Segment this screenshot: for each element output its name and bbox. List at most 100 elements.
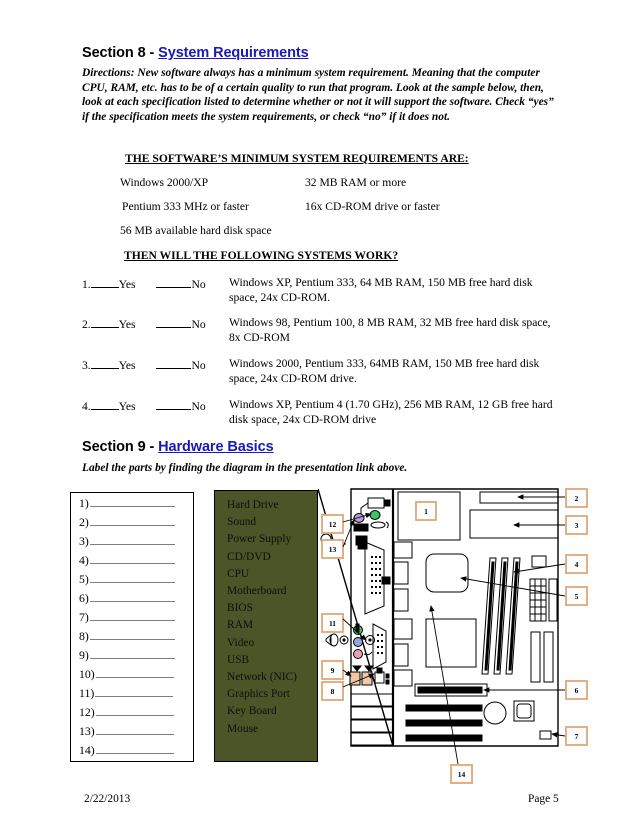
question-1-answer-row: 1. Yes No xyxy=(82,276,206,291)
question-2-yes-label: Yes xyxy=(118,318,136,331)
question-3-yes-label: Yes xyxy=(118,359,136,372)
answer-blank-9[interactable]: 9) xyxy=(79,648,187,663)
section-8-heading: Section 8 - System Requirements xyxy=(82,45,309,61)
spec-cpu-left: Pentium 333 MHz or faster xyxy=(122,200,249,213)
answer-blank-3-number: 3) xyxy=(79,534,89,548)
answer-blank-8[interactable]: 8) xyxy=(79,629,187,644)
motherboard-diagram-svg: .mb { fill:none; stroke:#000; stroke-wid… xyxy=(317,488,588,784)
question-4-number: 4. xyxy=(82,400,91,413)
answer-blank-2[interactable]: 2) xyxy=(79,515,187,530)
question-4-yes-blank[interactable] xyxy=(90,398,119,410)
answer-blank-8-number: 8) xyxy=(79,629,89,643)
spec-os-left: Windows 2000/XP xyxy=(120,176,209,189)
word-bank-item-motherboard[interactable]: Motherboard xyxy=(227,583,317,600)
section-8-heading-prefix: Section 8 - xyxy=(82,45,159,61)
answer-blank-6-number: 6) xyxy=(79,591,89,605)
callout-label-4: 4 xyxy=(575,560,579,569)
callout-label-3: 3 xyxy=(575,521,579,530)
motherboard-diagram: .mb { fill:none; stroke:#000; stroke-wid… xyxy=(317,484,590,786)
callout-label-6: 6 xyxy=(575,686,579,695)
answer-blank-5[interactable]: 5) xyxy=(79,572,187,587)
word-bank-item-power-supply[interactable]: Power Supply xyxy=(227,531,317,548)
answer-blank-4-number: 4) xyxy=(79,553,89,567)
section-8-directions: Directions: New software always has a mi… xyxy=(82,67,554,123)
question-1-no-label: No xyxy=(191,278,206,291)
word-bank-item-mouse[interactable]: Mouse xyxy=(227,721,317,738)
question-2-number: 2. xyxy=(82,318,91,331)
answer-blank-14-number: 14) xyxy=(79,743,95,757)
question-2-text: Windows 98, Pentium 100, 8 MB RAM, 32 MB… xyxy=(229,316,551,344)
callout-label-11: 11 xyxy=(329,619,336,628)
question-2-no-blank[interactable] xyxy=(156,316,192,328)
question-2-yes-blank[interactable] xyxy=(90,316,119,328)
callout-label-12: 12 xyxy=(329,520,337,529)
section-9-heading-link[interactable]: Hardware Basics xyxy=(158,439,273,455)
answer-blank-9-number: 9) xyxy=(79,648,89,662)
section-9-directions: Label the parts by finding the diagram i… xyxy=(82,462,408,474)
answer-blank-4[interactable]: 4) xyxy=(79,553,187,568)
footer-date: 2/22/2013 xyxy=(84,793,131,805)
question-3-no-blank[interactable] xyxy=(156,357,192,369)
answer-blank-6[interactable]: 6) xyxy=(79,591,187,606)
word-bank-item-graphics-port[interactable]: Graphics Port xyxy=(227,686,317,703)
word-bank-item-network-nic[interactable]: Network (NIC) xyxy=(227,669,317,686)
spec-disk-left: 56 MB available hard disk space xyxy=(120,224,272,237)
callout-label-13: 13 xyxy=(329,545,337,554)
question-1-number: 1. xyxy=(82,278,91,291)
question-4-answer-row: 4. Yes No xyxy=(82,398,206,413)
callout-label-14: 14 xyxy=(458,770,466,779)
callout-label-7: 7 xyxy=(575,732,579,741)
question-3-text: Windows 2000, Pentium 333, 64MB RAM, 150… xyxy=(229,357,540,385)
section-9-heading: Section 9 - Hardware Basics xyxy=(82,439,274,455)
word-bank: Hard Drive Sound Power Supply CD/DVD CPU… xyxy=(214,490,318,762)
answer-blank-7-number: 7) xyxy=(79,610,89,624)
worksheet-page: Section 8 - System Requirements Directio… xyxy=(0,0,638,826)
answer-blank-12[interactable]: 12) xyxy=(79,705,187,720)
answer-blank-10-number: 10) xyxy=(79,667,95,681)
word-bank-item-hard-drive[interactable]: Hard Drive xyxy=(227,497,317,514)
software-requirements-heading: THE SOFTWARE’S MINIMUM SYSTEM REQUIREMEN… xyxy=(125,152,469,165)
answer-blank-5-number: 5) xyxy=(79,572,89,586)
answer-blank-1-number: 1) xyxy=(79,496,89,510)
question-3-yes-blank[interactable] xyxy=(90,357,119,369)
spec-ram-right: 32 MB RAM or more xyxy=(305,176,407,189)
answer-blank-11-number: 11) xyxy=(79,686,95,700)
section-8-heading-link[interactable]: System Requirements xyxy=(158,45,309,61)
question-1-yes-blank[interactable] xyxy=(90,276,119,288)
systems-work-heading: THEN WILL THE FOLLOWING SYSTEMS WORK? xyxy=(124,249,399,262)
section-9-heading-prefix: Section 9 - xyxy=(82,439,159,455)
word-bank-item-ram[interactable]: RAM xyxy=(227,617,317,634)
word-bank-item-key-board[interactable]: Key Board xyxy=(227,703,317,720)
question-4-no-label: No xyxy=(191,400,206,413)
word-bank-item-bios[interactable]: BIOS xyxy=(227,600,317,617)
question-3-number: 3. xyxy=(82,359,91,372)
word-bank-item-cpu[interactable]: CPU xyxy=(227,566,317,583)
answer-blank-2-number: 2) xyxy=(79,515,89,529)
answer-blank-10[interactable]: 10) xyxy=(79,667,187,682)
callout-label-9: 9 xyxy=(331,666,335,675)
question-4-yes-label: Yes xyxy=(118,400,136,413)
answer-blanks-box: 1) 2) 3) 4) 5) 6) 7) 8) 9) 10) 11) 12) 1… xyxy=(70,492,194,762)
callout-label-1: 1 xyxy=(424,507,428,516)
answer-blank-12-number: 12) xyxy=(79,705,95,719)
question-1-yes-label: Yes xyxy=(118,278,136,291)
question-2-no-label: No xyxy=(191,318,206,331)
question-3-answer-row: 3. Yes No xyxy=(82,357,206,372)
callout-label-5: 5 xyxy=(575,592,579,601)
answer-blank-3[interactable]: 3) xyxy=(79,534,187,549)
question-4-no-blank[interactable] xyxy=(156,398,192,410)
question-4-text: Windows XP, Pentium 4 (1.70 GHz), 256 MB… xyxy=(229,398,553,426)
question-2-answer-row: 2. Yes No xyxy=(82,316,206,331)
word-bank-item-cd-dvd[interactable]: CD/DVD xyxy=(227,549,317,566)
answer-blank-7[interactable]: 7) xyxy=(79,610,187,625)
question-1-no-blank[interactable] xyxy=(156,276,192,288)
question-3-no-label: No xyxy=(191,359,206,372)
word-bank-item-usb[interactable]: USB xyxy=(227,652,317,669)
callout-label-8: 8 xyxy=(331,687,335,696)
answer-blank-11[interactable]: 11) xyxy=(79,686,187,701)
answer-blank-1[interactable]: 1) xyxy=(79,496,187,511)
word-bank-item-video[interactable]: Video xyxy=(227,635,317,652)
answer-blank-13[interactable]: 13) xyxy=(79,724,187,739)
word-bank-item-sound[interactable]: Sound xyxy=(227,514,317,531)
answer-blank-14[interactable]: 14) xyxy=(79,743,187,758)
